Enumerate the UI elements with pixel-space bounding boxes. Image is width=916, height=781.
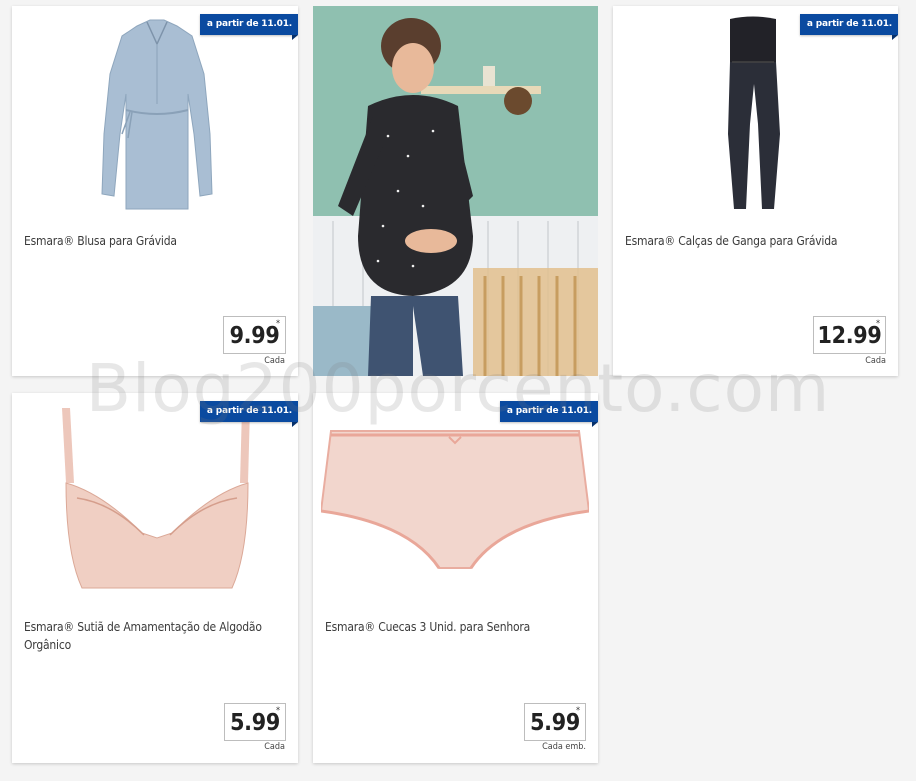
- product-card-briefs[interactable]: a partir de 11.01. Esmara® Cuecas 3 Unid…: [313, 393, 598, 763]
- date-badge: a partir de 11.01.: [199, 401, 298, 427]
- price-value: 9.99: [229, 323, 280, 349]
- price-asterisk: *: [575, 706, 580, 716]
- bra-image: [62, 408, 250, 589]
- pregnant-woman-photo: [313, 6, 598, 376]
- price-unit: Cada: [865, 356, 886, 366]
- price-value: 12.99: [817, 323, 882, 349]
- price-box: 9.99 *: [223, 316, 286, 354]
- product-name[interactable]: Esmara® Sutiã de Amamentação de Algodão …: [24, 618, 274, 654]
- product-card-jeans[interactable]: a partir de 11.01. Esmara® Calças de Gan…: [613, 6, 898, 376]
- product-name[interactable]: Esmara® Cuecas 3 Unid. para Senhora: [325, 618, 585, 636]
- price-unit: Cada emb.: [542, 742, 586, 752]
- product-card-bra[interactable]: a partir de 11.01. Esmara® Sutiã de Amam…: [12, 393, 298, 763]
- price-unit: Cada: [264, 356, 285, 366]
- date-badge: a partir de 11.01.: [499, 401, 598, 427]
- date-badge: a partir de 11.01.: [199, 14, 298, 40]
- date-badge: a partir de 11.01.: [799, 14, 898, 40]
- blouse-image: [101, 19, 213, 210]
- price-value: 5.99: [530, 710, 580, 736]
- jeans-image: [728, 16, 780, 209]
- product-name[interactable]: Esmara® Blusa para Grávida: [24, 232, 284, 250]
- price-box: 5.99 *: [524, 703, 586, 741]
- promo-photo: [313, 6, 598, 376]
- price-box: 12.99 *: [813, 316, 886, 354]
- price-asterisk: *: [875, 319, 880, 329]
- price-asterisk: *: [275, 319, 280, 329]
- price-value: 5.99: [230, 710, 280, 736]
- product-card-blouse[interactable]: a partir de 11.01. Esmara® Blusa para Gr…: [12, 6, 298, 376]
- briefs-image: [321, 430, 589, 569]
- price-unit: Cada: [264, 742, 285, 752]
- price-asterisk: *: [275, 706, 280, 716]
- product-name[interactable]: Esmara® Calças de Ganga para Grávida: [625, 232, 885, 250]
- price-box: 5.99 *: [224, 703, 286, 741]
